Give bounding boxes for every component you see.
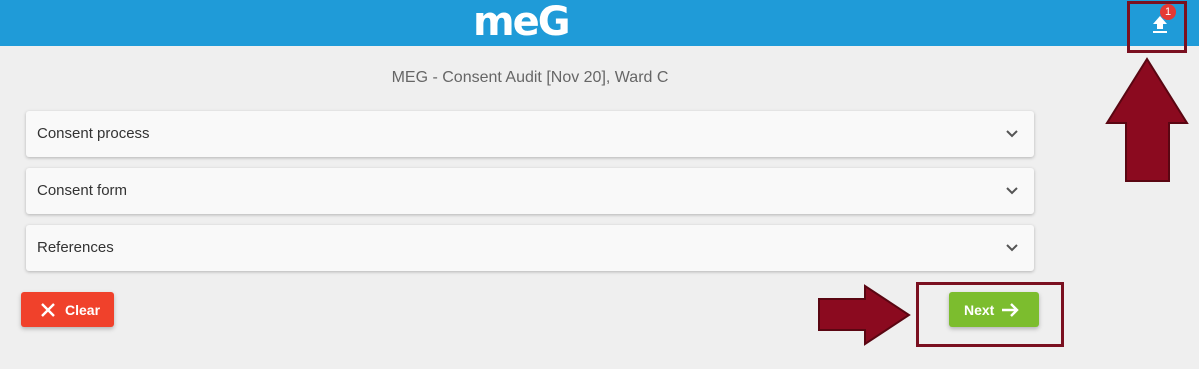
next-highlight-box: [916, 282, 1064, 347]
up-arrow-annotation: [1105, 57, 1189, 182]
close-icon: [41, 303, 55, 317]
chevron-down-icon: [1006, 130, 1018, 138]
clear-button[interactable]: Clear: [21, 292, 114, 327]
right-arrow-annotation: [818, 284, 911, 346]
chevron-down-icon: [1006, 187, 1018, 195]
page-title: MEG - Consent Audit [Nov 20], Ward C: [391, 69, 669, 86]
app-logo: meG: [473, 0, 571, 45]
clear-label: Clear: [65, 302, 101, 318]
accordion-item-references[interactable]: References: [26, 225, 1034, 271]
accordion-item-consent-form[interactable]: Consent form: [26, 168, 1034, 214]
accordion-item-consent-process[interactable]: Consent process: [26, 111, 1034, 157]
chevron-down-icon: [1006, 244, 1018, 252]
top-bar: meG 1: [0, 0, 1199, 46]
upload-highlight-box: [1127, 1, 1187, 53]
accordion-label: References: [37, 239, 114, 256]
accordion-label: Consent process: [37, 125, 150, 142]
accordion-label: Consent form: [37, 182, 128, 199]
